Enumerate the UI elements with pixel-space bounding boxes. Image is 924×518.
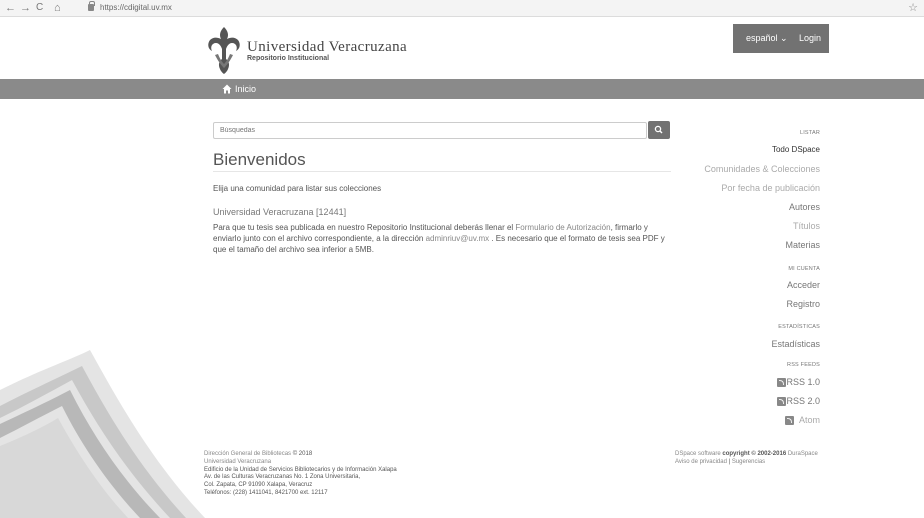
breadcrumb-home[interactable]: Inicio (235, 84, 256, 94)
reload-icon[interactable]: C (36, 1, 43, 15)
footer-text: Teléfonos: (228) 1411041, 8421700 ext. 1… (204, 489, 328, 496)
sidebar-item-titulos[interactable]: Títulos (793, 221, 820, 231)
language-dropdown[interactable]: español ⌄ (746, 33, 788, 44)
page-title: Bienvenidos (213, 150, 306, 169)
sidebar-item-rss1[interactable]: RSS 1.0 (786, 377, 820, 387)
decorative-curves (0, 350, 205, 518)
rss-feed-icon (777, 378, 786, 387)
footer-library-link[interactable]: Dirección General de Bibliotecas (204, 451, 291, 457)
site-name[interactable]: Universidad Veracruzana (247, 39, 407, 56)
rss-feed-icon (785, 416, 794, 425)
community-link[interactable]: Universidad Veracruzana [12441] (213, 207, 346, 217)
lock-icon (88, 1, 95, 11)
search-icon (654, 125, 663, 134)
breadcrumb-bar (0, 79, 924, 99)
sidebar-item-comunidades[interactable]: Comunidades & Colecciones (704, 164, 820, 174)
sidebar-heading-rss: RSS FEEDS (787, 362, 820, 368)
sidebar-item-autores[interactable]: Autores (789, 202, 820, 212)
rss-feed-icon (777, 397, 786, 406)
bookmark-star-icon[interactable]: ☆ (908, 1, 918, 14)
sidebar-item-fecha[interactable]: Por fecha de publicación (721, 183, 820, 193)
sidebar-item-acceder[interactable]: Acceder (787, 280, 820, 290)
footer-text: © 2018 (291, 451, 313, 457)
home-icon[interactable] (222, 84, 232, 94)
back-icon[interactable]: ← (5, 1, 16, 15)
browser-toolbar: ← → C ⌂ https://cdigital.uv.mx ☆ (0, 0, 924, 17)
address-bar[interactable]: https://cdigital.uv.mx (100, 3, 172, 12)
sidebar-item-rss2[interactable]: RSS 2.0 (786, 396, 820, 406)
sidebar-item-todo-dspace[interactable]: Todo DSpace (772, 145, 820, 154)
sidebar-item-registro[interactable]: Registro (786, 299, 820, 309)
footer-university-link[interactable]: Universidad Veracruzana (204, 459, 397, 467)
sidebar-item-atom[interactable]: Atom (799, 415, 820, 425)
sidebar-heading-listar: LISTAR (799, 130, 820, 136)
intro-text: Elija una comunidad para listar sus cole… (213, 184, 382, 193)
search-input[interactable] (213, 122, 647, 139)
footer-left: Dirección General de Bibliotecas © 2018 … (204, 451, 397, 498)
login-button[interactable]: Login (799, 33, 821, 43)
university-logo-icon[interactable] (205, 25, 243, 75)
footer-right: DSpace software copyright © 2002-2016 Du… (675, 451, 818, 467)
footer-text: Av. de las Culturas Veracruzanas No. 1 Z… (204, 474, 361, 481)
home-browser-icon[interactable]: ⌂ (54, 1, 61, 15)
site-subtitle: Repositorio Institucional (247, 55, 330, 62)
footer-text: copyright © 2002-2016 (720, 451, 788, 457)
search-button[interactable] (648, 121, 670, 139)
privacy-link[interactable]: Aviso de privacidad (675, 459, 727, 465)
sidebar-heading-estadisticas: ESTADÍSTICAS (778, 324, 820, 330)
divider (213, 171, 671, 172)
suggestions-link[interactable]: Sugerencias (732, 459, 765, 465)
sidebar-item-materias[interactable]: Materias (785, 240, 820, 250)
footer-text: Col. Zapata, CP 91090 Xalapa, Veracruz (204, 482, 313, 489)
duraspace-link[interactable]: DuraSpace (788, 451, 818, 457)
dspace-link[interactable]: DSpace software (675, 451, 721, 457)
email-link[interactable]: adminriuv@uv.mx (426, 234, 490, 243)
thesis-instructions: Para que tu tesis sea publicada en nuest… (213, 222, 673, 255)
authorization-form-link[interactable]: Formulario de Autorización (515, 223, 610, 232)
forward-icon[interactable]: → (20, 1, 31, 15)
sidebar-item-estadisticas[interactable]: Estadísticas (771, 339, 820, 349)
footer-text: Edificio de la Unidad de Servicios Bibli… (204, 466, 397, 473)
sidebar-heading-mi-cuenta: MI CUENTA (788, 266, 820, 272)
instructions-text: Para que tu tesis sea publicada en nuest… (213, 223, 516, 232)
